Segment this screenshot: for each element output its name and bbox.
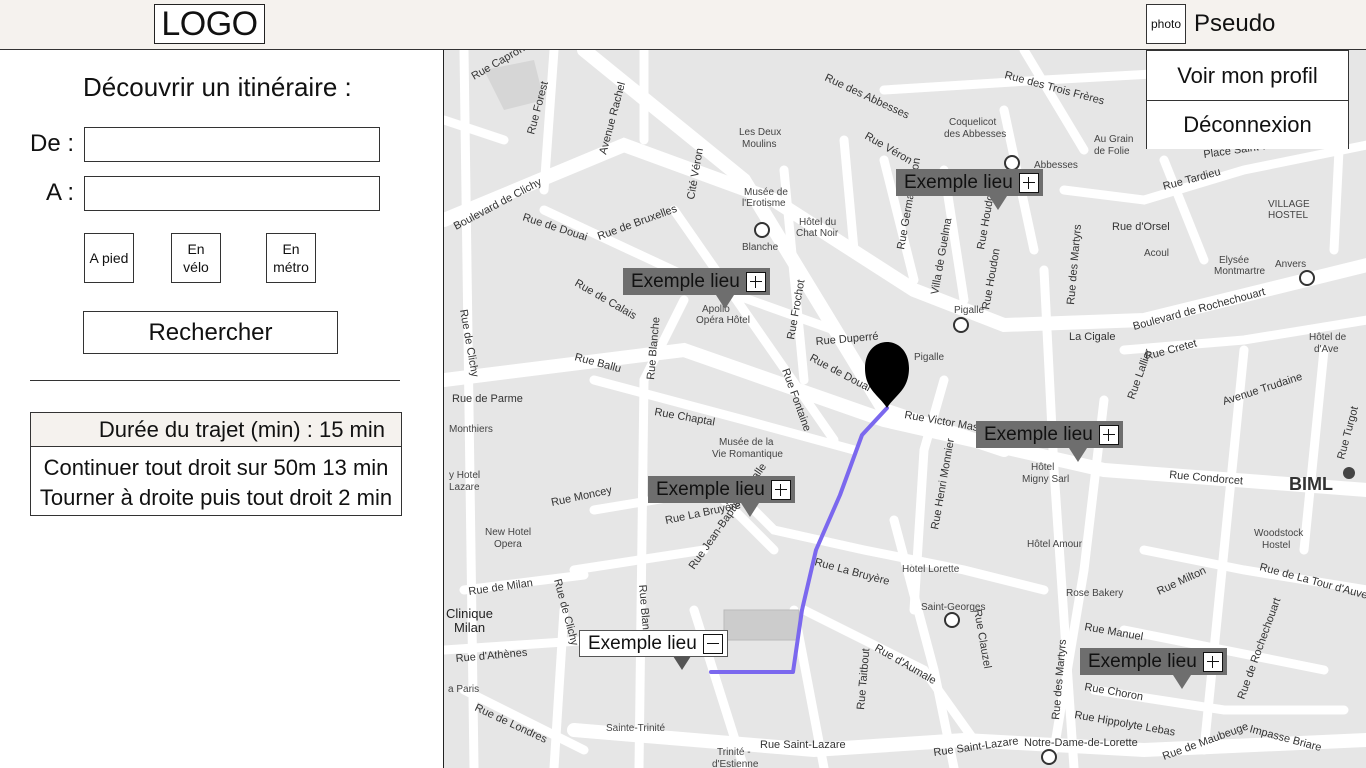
svg-text:Lazare: Lazare (449, 482, 480, 493)
mode-bike-label-2: vélo (183, 259, 209, 275)
svg-text:Milan: Milan (454, 620, 485, 635)
svg-text:Montmartre: Montmartre (1214, 266, 1266, 277)
svg-text:Musée de la: Musée de la (719, 437, 774, 448)
place-label: Exemple lieu (656, 479, 765, 500)
svg-text:Hôtel Amour: Hôtel Amour (1027, 539, 1083, 550)
svg-text:Notre-Dame-de-Lorette: Notre-Dame-de-Lorette (1024, 737, 1138, 749)
svg-text:Vie Romantique: Vie Romantique (712, 449, 783, 460)
mode-bike-button[interactable]: En vélo (171, 233, 221, 283)
svg-text:Clinique: Clinique (446, 606, 493, 621)
svg-text:Acoul: Acoul (1144, 248, 1169, 259)
place-callout[interactable]: Exemple lieu (896, 169, 1043, 210)
user-avatar[interactable]: photo (1146, 4, 1186, 44)
mode-metro-label-1: En (282, 241, 300, 257)
svg-text:Anvers: Anvers (1275, 259, 1306, 270)
mode-walk-label: A pied (89, 250, 129, 266)
svg-text:a Paris: a Paris (448, 684, 479, 695)
place-callout[interactable]: Exemple lieu (648, 476, 795, 517)
place-label: Exemple lieu (588, 633, 697, 654)
svg-text:Coquelicot: Coquelicot (949, 117, 996, 128)
place-callout[interactable]: Exemple lieu (976, 421, 1123, 462)
to-input[interactable] (84, 176, 380, 211)
map-canvas: Rue Capron Rue Forest Avenue Rachel Rue … (444, 50, 1366, 768)
route-duration: Durée du trajet (min) : 15 min (31, 413, 401, 447)
top-header: LOGO photo Pseudo (0, 0, 1366, 50)
svg-text:Saint-Georges: Saint-Georges (921, 602, 985, 613)
svg-text:HOSTEL: HOSTEL (1268, 210, 1308, 221)
svg-text:Rue de Parme: Rue de Parme (452, 393, 523, 405)
add-place-icon[interactable] (770, 479, 791, 500)
svg-text:Blanche: Blanche (742, 242, 779, 253)
svg-text:Migny Sarl: Migny Sarl (1022, 474, 1069, 485)
route-result: Durée du trajet (min) : 15 min Continuer… (30, 412, 402, 516)
view-profile-menu-item[interactable]: Voir mon profil (1147, 51, 1348, 100)
from-input[interactable] (84, 127, 380, 162)
mode-bike-label-1: En (187, 241, 205, 257)
add-place-icon[interactable] (1018, 172, 1039, 193)
place-label: Exemple lieu (1088, 651, 1197, 672)
svg-text:Opéra Hôtel: Opéra Hôtel (696, 315, 750, 326)
from-label: De : (30, 130, 75, 157)
svg-text:Moulins: Moulins (742, 139, 776, 150)
remove-place-icon[interactable] (702, 633, 723, 654)
search-button[interactable]: Rechercher (83, 311, 338, 354)
svg-text:Pigalle: Pigalle (914, 352, 944, 363)
svg-text:Hostel: Hostel (1262, 540, 1290, 551)
map[interactable]: Rue Capron Rue Forest Avenue Rachel Rue … (443, 50, 1366, 768)
svg-text:New Hotel: New Hotel (485, 527, 531, 538)
svg-text:des Abbesses: des Abbesses (944, 129, 1006, 140)
place-callout[interactable]: Exemple lieu (1080, 648, 1227, 689)
svg-text:Sainte-Trinité: Sainte-Trinité (606, 723, 666, 734)
mode-metro-label-2: métro (273, 259, 309, 275)
svg-text:Au Grain: Au Grain (1094, 134, 1133, 145)
place-label: Exemple lieu (904, 172, 1013, 193)
itinerary-panel: Découvrir un itinéraire : De : A : A pie… (0, 50, 443, 768)
place-callout[interactable]: Exemple lieu (623, 268, 770, 309)
svg-text:Hotel Lorette: Hotel Lorette (902, 564, 960, 575)
svg-text:y Hotel: y Hotel (449, 470, 480, 481)
route-step: Tourner à droite puis tout droit 2 min (39, 485, 393, 510)
svg-text:Chat Noir: Chat Noir (796, 228, 839, 239)
divider (30, 380, 400, 381)
svg-text:d'Ave: d'Ave (1314, 344, 1339, 355)
svg-text:Musée de: Musée de (744, 187, 788, 198)
svg-text:Woodstock: Woodstock (1254, 528, 1304, 539)
mode-metro-button[interactable]: En métro (266, 233, 316, 283)
svg-text:La Cigale: La Cigale (1069, 331, 1115, 343)
route-step: Continuer tout droit sur 50m 13 min (43, 455, 389, 480)
svg-text:d'Estienne: d'Estienne (712, 759, 759, 768)
svg-text:Elysée: Elysée (1219, 255, 1249, 266)
svg-text:Monthiers: Monthiers (449, 424, 493, 435)
svg-text:Hôtel de: Hôtel de (1309, 332, 1347, 343)
svg-text:Pigalle: Pigalle (954, 305, 984, 316)
svg-text:Trinité -: Trinité - (717, 747, 751, 758)
svg-text:Rue Saint-Lazare: Rue Saint-Lazare (760, 739, 846, 751)
profile-menu: Voir mon profil Déconnexion (1146, 50, 1349, 149)
svg-text:Les Deux: Les Deux (739, 127, 781, 138)
svg-text:Hôtel: Hôtel (1031, 462, 1054, 473)
place-label: Exemple lieu (984, 424, 1093, 445)
to-label: A : (46, 179, 75, 206)
svg-text:Opera: Opera (494, 539, 522, 550)
svg-text:l'Erotisme: l'Erotisme (742, 198, 786, 209)
svg-text:Rose Bakery: Rose Bakery (1066, 588, 1123, 599)
svg-text:Hôtel du: Hôtel du (799, 217, 836, 228)
logo[interactable]: LOGO (154, 4, 265, 44)
add-place-icon[interactable] (745, 271, 766, 292)
svg-text:Rue d'Orsel: Rue d'Orsel (1112, 221, 1170, 233)
user-name[interactable]: Pseudo (1194, 8, 1275, 40)
place-label: Exemple lieu (631, 271, 740, 292)
svg-text:de Folie: de Folie (1094, 146, 1130, 157)
place-callout-selected[interactable]: Exemple lieu (579, 630, 728, 670)
svg-text:VILLAGE: VILLAGE (1268, 199, 1310, 210)
svg-text:BIML: BIML (1289, 474, 1333, 494)
logout-menu-item[interactable]: Déconnexion (1147, 100, 1348, 149)
panel-title: Découvrir un itinéraire : (83, 72, 352, 102)
add-place-icon[interactable] (1202, 651, 1223, 672)
mode-walk-button[interactable]: A pied (84, 233, 134, 283)
add-place-icon[interactable] (1098, 424, 1119, 445)
